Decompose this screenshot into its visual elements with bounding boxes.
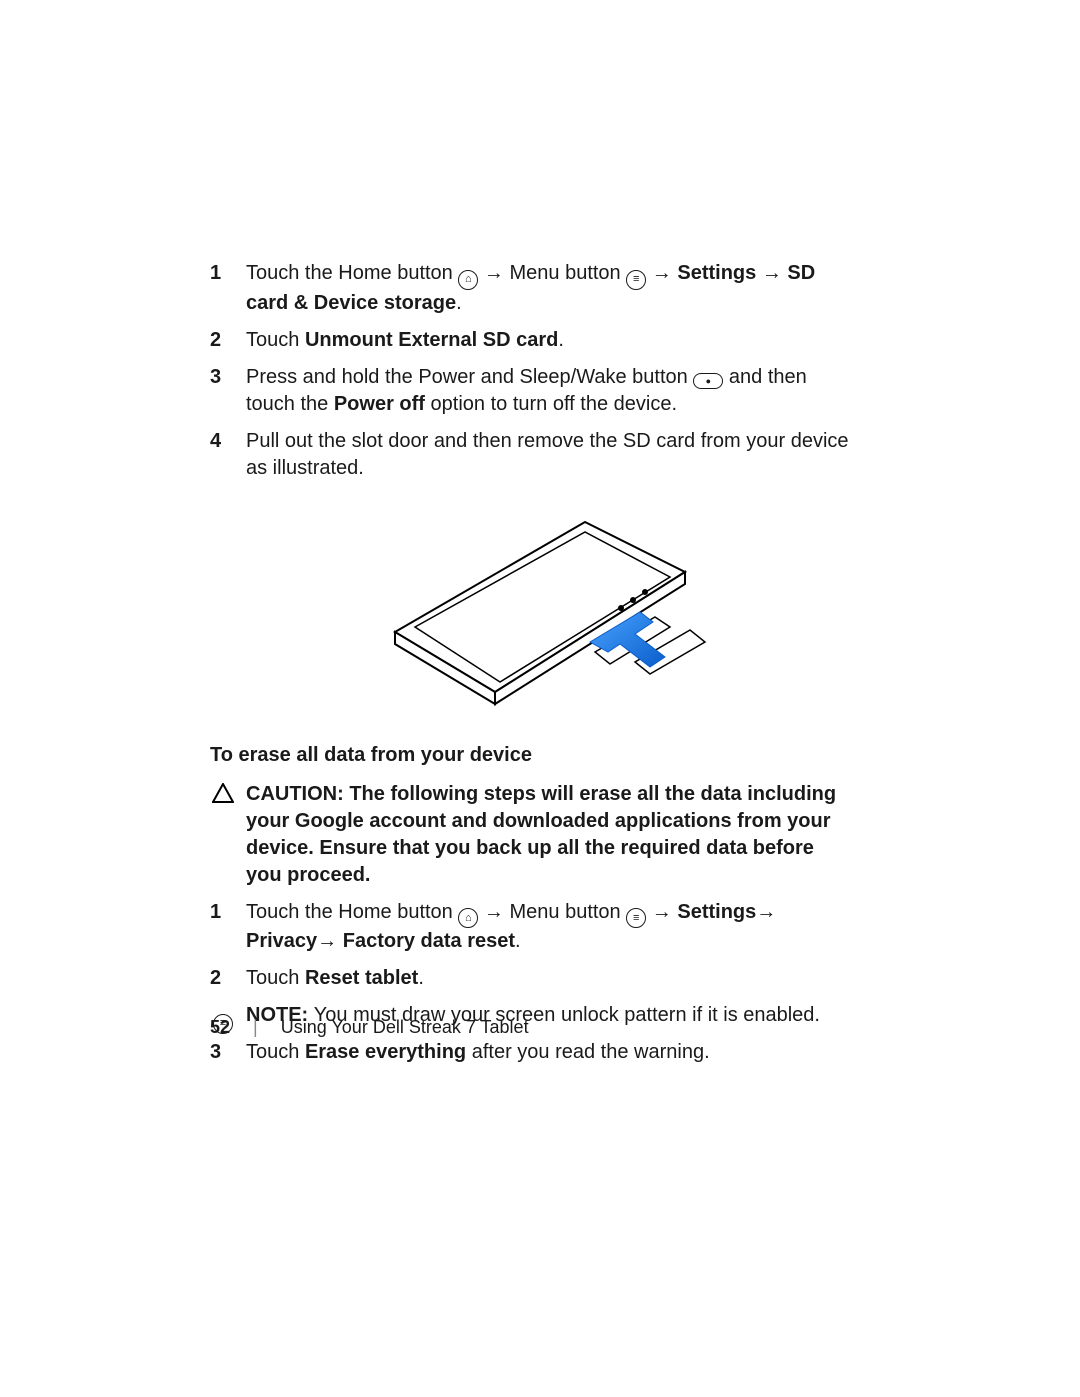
step-b1: 1 Touch the Home button ⌂ → Menu button …	[210, 899, 850, 956]
step-text: after you read the warning.	[472, 1041, 710, 1063]
power-sleep-icon: ●	[693, 373, 723, 389]
arrow-icon: →	[762, 262, 788, 284]
step-c3: 3 Touch Erase everything after you read …	[210, 1039, 850, 1066]
power-off-label: Power off	[334, 393, 425, 415]
caution-label: CAUTION:	[246, 783, 349, 805]
step-a3: 3 Press and hold the Power and Sleep/Wak…	[210, 364, 850, 418]
home-icon: ⌂	[458, 908, 478, 928]
step-text: Touch the Home button	[246, 901, 458, 923]
arrow-icon: →	[317, 930, 343, 952]
step-text: Touch	[246, 967, 305, 989]
arrow-icon: →	[484, 901, 510, 923]
step-a2: 2 Touch Unmount External SD card.	[210, 327, 850, 354]
home-icon: ⌂	[458, 270, 478, 290]
step-text: Press and hold the Power and Sleep/Wake …	[246, 366, 693, 388]
settings-label: Settings	[677, 262, 756, 284]
step-text: Menu button	[509, 262, 626, 284]
period: .	[456, 292, 462, 314]
period: .	[418, 967, 424, 989]
step-number: 1	[210, 899, 221, 926]
period: .	[515, 930, 521, 952]
illustration-tablet-sd	[210, 492, 850, 720]
step-text: Touch	[246, 1041, 305, 1063]
step-text: Pull out the slot door and then remove t…	[246, 430, 849, 479]
menu-icon: ≡	[626, 270, 646, 290]
arrow-icon: →	[484, 262, 510, 284]
step-number: 2	[210, 327, 221, 354]
menu-icon: ≡	[626, 908, 646, 928]
page-footer: 52 | Using Your Dell Streak 7 Tablet	[210, 1015, 529, 1039]
step-number: 3	[210, 364, 221, 391]
step-number: 1	[210, 260, 221, 287]
arrow-icon: →	[652, 901, 678, 923]
manual-page: 1 Touch the Home button ⌂ → Menu button …	[0, 0, 1080, 1397]
step-text: Touch	[246, 329, 305, 351]
privacy-label: Privacy	[246, 930, 317, 952]
caution-callout: CAUTION: The following steps will erase …	[210, 781, 850, 889]
arrow-icon: →	[652, 262, 678, 284]
erase-data-heading: To erase all data from your device	[210, 742, 850, 769]
settings-label: Settings	[677, 901, 756, 923]
footer-title: Using Your Dell Streak 7 Tablet	[281, 1017, 529, 1037]
factory-reset-label: Factory data reset	[343, 930, 515, 952]
step-a1: 1 Touch the Home button ⌂ → Menu button …	[210, 260, 850, 317]
tablet-sd-svg	[335, 492, 725, 712]
page-number: 52	[210, 1017, 230, 1037]
step-text: option to turn off the device.	[431, 393, 677, 415]
step-text: Menu button	[509, 901, 626, 923]
reset-tablet-label: Reset tablet	[305, 967, 418, 989]
unmount-sd-label: Unmount External SD card	[305, 329, 558, 351]
step-a4: 4 Pull out the slot door and then remove…	[210, 428, 850, 482]
step-number: 3	[210, 1039, 221, 1066]
step-number: 2	[210, 965, 221, 992]
period: .	[558, 329, 564, 351]
step-number: 4	[210, 428, 221, 455]
caution-icon	[210, 783, 236, 811]
step-text: Touch the Home button	[246, 262, 458, 284]
erase-everything-label: Erase everything	[305, 1041, 466, 1063]
step-b2: 2 Touch Reset tablet.	[210, 965, 850, 992]
footer-divider: |	[253, 1017, 258, 1037]
arrow-icon: →	[756, 901, 776, 923]
